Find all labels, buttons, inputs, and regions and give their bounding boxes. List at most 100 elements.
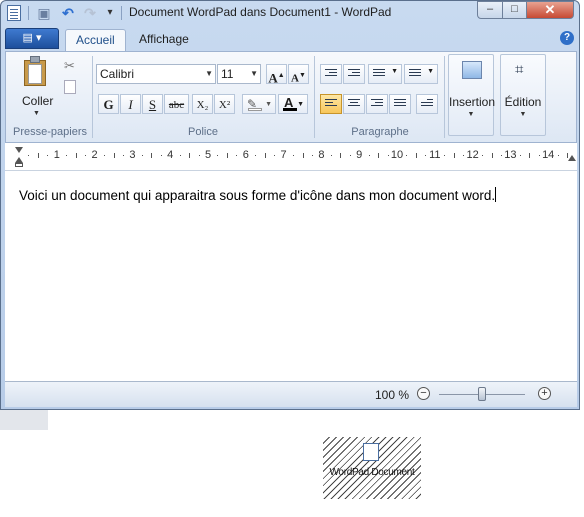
insert-button[interactable]: Insertion ▼ xyxy=(448,54,496,136)
align-center-button[interactable] xyxy=(343,94,365,114)
strikethrough-button[interactable]: abc xyxy=(164,94,189,114)
file-menu-button[interactable]: ▤ ▾ xyxy=(5,28,59,49)
tab-accueil[interactable]: Accueil xyxy=(65,29,126,51)
font-color-button[interactable]: A ▼ xyxy=(278,94,308,114)
ruler-number: 13 xyxy=(504,149,517,161)
ruler-tick xyxy=(217,155,219,156)
chevron-down-icon: ▼ xyxy=(519,111,527,118)
decrease-indent-button[interactable] xyxy=(320,64,342,84)
undo-icon[interactable]: ↶ xyxy=(59,4,77,22)
ruler-number: 12 xyxy=(466,149,479,161)
ruler-tick xyxy=(387,155,389,156)
insert-label: Insertion xyxy=(449,95,496,109)
subscript-button[interactable]: X₂ xyxy=(192,94,213,114)
ruler-tick xyxy=(264,153,266,158)
ruler-tick xyxy=(482,155,484,156)
chevron-down-icon: ▼ xyxy=(265,101,272,108)
ruler-tick xyxy=(311,155,313,156)
ruler-tick xyxy=(179,155,181,156)
paste-button[interactable] xyxy=(22,56,50,88)
zoom-in-button[interactable]: + xyxy=(538,387,551,400)
align-right-icon xyxy=(371,99,383,109)
copy-icon[interactable] xyxy=(64,80,76,94)
wordpad-window: ▣ ↶ ↷ ▾ Document WordPad dans Document1 … xyxy=(0,0,580,410)
ruler-tick xyxy=(302,153,304,158)
ruler-tick xyxy=(151,153,153,158)
text-caret xyxy=(495,187,497,202)
redo-icon[interactable]: ↷ xyxy=(81,4,99,22)
embedded-object-label: WordPad Document xyxy=(329,467,415,478)
ruler-tick xyxy=(198,155,200,156)
ruler-tick xyxy=(425,155,427,156)
ruler-tick xyxy=(236,155,238,156)
document-text[interactable]: Voici un document qui apparaitra sous fo… xyxy=(19,187,497,203)
ruler-tick xyxy=(415,153,417,158)
edit-button[interactable]: ⌗ Édition ▼ xyxy=(500,54,546,136)
tab-affichage[interactable]: Affichage xyxy=(129,29,199,51)
align-right-button[interactable] xyxy=(366,94,388,114)
underline-button[interactable]: S xyxy=(142,94,163,114)
ruler[interactable]: 1 2 3 4 5 6 7 8 9 10 11 12 13 14 xyxy=(5,143,577,171)
title-bar: ▣ ↶ ↷ ▾ Document WordPad dans Document1 … xyxy=(1,1,579,25)
decrease-indent-icon xyxy=(325,69,337,79)
bold-button[interactable]: G xyxy=(98,94,119,114)
chevron-down-icon: ▼ xyxy=(391,68,398,75)
ruler-tick xyxy=(226,153,228,158)
align-left-button[interactable] xyxy=(320,94,342,114)
shrink-font-label: A xyxy=(291,72,299,85)
line-spacing-button[interactable]: ▼ xyxy=(404,64,438,84)
ruler-tick xyxy=(113,153,115,158)
edit-label: Édition xyxy=(504,95,542,109)
left-indent-marker[interactable] xyxy=(15,163,23,167)
maximize-button[interactable]: □ xyxy=(502,1,527,19)
font-size-select[interactable]: 11 ▼ xyxy=(217,64,261,84)
align-center-icon xyxy=(348,99,360,109)
ruler-number: 14 xyxy=(542,149,555,161)
superscript-button[interactable]: X² xyxy=(214,94,235,114)
highlight-color-button[interactable]: ✎ ▼ xyxy=(242,94,276,114)
ruler-tick xyxy=(75,153,77,158)
minimize-button[interactable]: – xyxy=(477,1,503,19)
increase-indent-button[interactable] xyxy=(343,64,365,84)
grow-font-button[interactable]: A▲ xyxy=(266,64,287,85)
justify-button[interactable] xyxy=(389,94,411,114)
ruler-tick xyxy=(529,153,531,158)
customize-qat-icon[interactable]: ▾ xyxy=(101,4,119,22)
ruler-tick xyxy=(330,155,332,156)
ruler-tick xyxy=(104,155,106,156)
ruler-tick xyxy=(160,155,162,156)
document-area[interactable]: Voici un document qui apparaitra sous fo… xyxy=(5,171,577,381)
zoom-out-button[interactable]: − xyxy=(417,387,430,400)
ruler-scale: 1 2 3 4 5 6 7 8 9 10 11 12 13 14 xyxy=(19,149,575,161)
font-group-label: Police xyxy=(188,126,218,138)
font-family-select[interactable]: Calibri ▼ xyxy=(96,64,216,84)
paragraph-settings-button[interactable] xyxy=(416,94,438,114)
zoom-percentage[interactable]: 100 % xyxy=(375,388,409,402)
bullet-list-button[interactable]: ▼ xyxy=(368,64,402,84)
wordpad-app-icon[interactable] xyxy=(7,5,21,21)
zoom-slider-thumb[interactable] xyxy=(478,387,486,401)
chevron-down-icon: ▼ xyxy=(250,69,258,78)
ruler-tick xyxy=(500,155,502,156)
italic-button[interactable]: I xyxy=(120,94,141,114)
paste-dropdown-icon[interactable]: ▼ xyxy=(33,110,40,117)
save-icon[interactable]: ▣ xyxy=(35,4,53,22)
ruler-tick xyxy=(557,155,559,156)
ruler-number: 11 xyxy=(429,149,441,161)
ruler-tick xyxy=(141,155,143,156)
paste-label[interactable]: Coller xyxy=(22,94,53,108)
right-indent-marker[interactable] xyxy=(568,155,576,161)
ruler-tick xyxy=(453,153,455,158)
ribbon-panel: Coller ▼ ✂ Presse-papiers Calibri ▼ 11 ▼… xyxy=(5,51,577,143)
ruler-number: 1 xyxy=(53,149,60,161)
qat-separator xyxy=(28,6,29,20)
chevron-down-icon: ▼ xyxy=(297,101,304,108)
embedded-wordpad-object[interactable]: WordPad Document xyxy=(323,437,421,499)
cut-icon[interactable]: ✂ xyxy=(64,58,75,74)
shrink-font-button[interactable]: A▼ xyxy=(288,64,309,85)
close-button[interactable]: ✕ xyxy=(526,1,574,19)
ruler-tick xyxy=(491,153,493,158)
help-icon[interactable]: ? xyxy=(560,31,574,45)
ruler-tick xyxy=(340,153,342,158)
ruler-tick xyxy=(28,155,30,156)
